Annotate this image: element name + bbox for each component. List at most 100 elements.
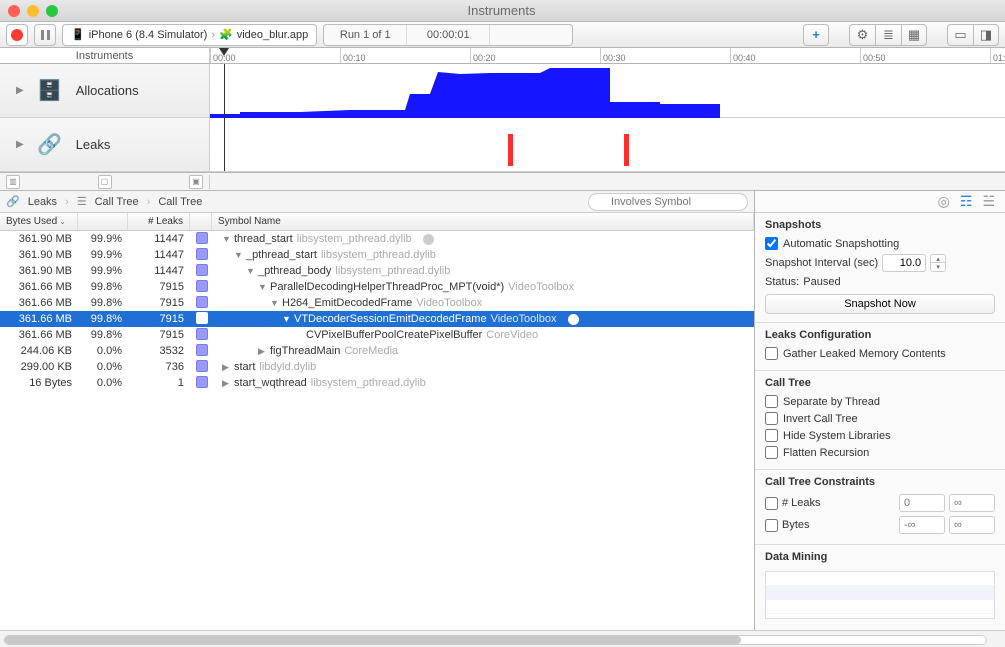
go-arrow-icon[interactable] <box>423 234 434 245</box>
mini-strategy-icon[interactable]: ▥ <box>6 175 20 189</box>
inspector-tab-extended[interactable]: ☱ <box>982 193 995 210</box>
table-row[interactable]: 361.66 MB99.8%7915CVPixelBufferPoolCreat… <box>0 327 754 343</box>
col-bytes-used[interactable]: Bytes Used⌄ <box>0 213 78 230</box>
snapshot-now-button[interactable]: Snapshot Now <box>765 294 995 314</box>
search-input[interactable] <box>588 193 748 211</box>
table-row[interactable]: 244.06 KB0.0%3532▶figThreadMain CoreMedi… <box>0 343 754 359</box>
scrollbar-thumb[interactable] <box>5 636 741 644</box>
inspector-tab-display[interactable]: ☶ <box>960 193 973 210</box>
cell-leaks: 11447 <box>128 233 190 245</box>
symbol-name: VTDecoderSessionEmitDecodedFrame <box>294 313 487 325</box>
disclosure-icon[interactable]: ▼ <box>234 250 242 260</box>
view-mode-segment: ⚙ ≣ ▦ <box>849 24 927 46</box>
disclosure-icon[interactable]: ▼ <box>246 266 254 276</box>
flatten-recursion-checkbox[interactable]: Flatten Recursion <box>765 444 995 461</box>
disclosure-icon[interactable]: ▼ <box>258 282 266 292</box>
library-name: VideoToolbox <box>416 297 482 309</box>
minimize-button[interactable] <box>27 5 39 17</box>
library-name: CoreVideo <box>486 329 538 341</box>
view-list-button[interactable]: ≣ <box>875 24 901 46</box>
add-instrument-button[interactable]: + <box>803 24 829 46</box>
section-constraints-title: Call Tree Constraints <box>755 470 1005 492</box>
disclosure-icon[interactable]: ▼ <box>282 314 290 324</box>
view-strategy-button[interactable]: ⚙ <box>849 24 875 46</box>
mini-middle-icon[interactable]: ▢ <box>98 175 112 189</box>
person-icon <box>196 376 208 388</box>
disclosure-icon[interactable]: ▶ <box>258 346 266 357</box>
constraint-leaks-checkbox[interactable] <box>765 497 778 510</box>
chevron-right-icon: › <box>211 29 215 41</box>
cell-badge <box>190 344 212 359</box>
ruler-tick: 00:20 <box>470 48 496 63</box>
view-grid-button[interactable]: ▦ <box>901 24 927 46</box>
disclosure-icon[interactable]: ▼ <box>270 298 278 308</box>
table-row[interactable]: 299.00 KB0.0%736▶start libdyld.dylib <box>0 359 754 375</box>
device-icon: 📱 <box>71 28 85 41</box>
leaks-lane[interactable] <box>210 118 1005 171</box>
col-leaks[interactable]: # Leaks <box>128 213 190 230</box>
constraint-bytes-min[interactable] <box>899 516 945 534</box>
ruler-tick: 01:00 <box>990 48 1005 63</box>
horizontal-scrollbar[interactable] <box>4 635 987 645</box>
allocations-lane[interactable] <box>210 64 1005 117</box>
table-row[interactable]: 361.90 MB99.9%11447▼_pthread_start libsy… <box>0 247 754 263</box>
pathbar-crumb[interactable]: Call Tree <box>95 196 139 208</box>
disclosure-icon[interactable]: ▶ <box>222 362 230 373</box>
pause-button[interactable] <box>34 24 56 46</box>
constraint-bytes-checkbox[interactable] <box>765 519 778 532</box>
table-row[interactable]: 361.90 MB99.9%11447▼thread_start libsyst… <box>0 231 754 247</box>
interval-stepper[interactable]: ▴▾ <box>930 254 946 272</box>
section-constraints: # Leaks Bytes <box>755 492 1005 545</box>
invert-calltree-checkbox[interactable]: Invert Call Tree <box>765 410 995 427</box>
col-percent[interactable] <box>78 213 128 230</box>
table-row[interactable]: 361.66 MB99.8%7915▼ParallelDecodingHelpe… <box>0 279 754 295</box>
data-mining-list[interactable] <box>765 571 995 619</box>
record-button[interactable] <box>6 24 28 46</box>
separate-thread-checkbox[interactable]: Separate by Thread <box>765 393 995 410</box>
cell-leaks: 11447 <box>128 265 190 277</box>
status-value: Paused <box>803 276 840 288</box>
target-selector[interactable]: 📱 iPhone 6 (8.4 Simulator) › 🧩 video_blu… <box>62 24 317 46</box>
detail-body: 🔗 Leaks › ☰ Call Tree › Call Tree ⦿ Byte… <box>0 191 1005 630</box>
go-arrow-icon[interactable] <box>568 314 579 325</box>
interval-input[interactable] <box>882 254 926 272</box>
constraint-bytes-max[interactable] <box>949 516 995 534</box>
panel-right-icon: ◨ <box>980 27 992 43</box>
zoom-button[interactable] <box>46 5 58 17</box>
pathbar-crumb[interactable]: Call Tree <box>158 196 202 208</box>
chevron-right-icon: ▶ <box>16 139 24 150</box>
constraint-leaks-min[interactable] <box>899 494 945 512</box>
inspector-tab-record[interactable]: ◎ <box>938 193 950 210</box>
cell-leaks: 11447 <box>128 249 190 261</box>
disclosure-icon[interactable]: ▶ <box>222 378 230 389</box>
cell-badge <box>190 312 212 327</box>
pathbar-instrument[interactable]: Leaks <box>28 196 57 208</box>
disclosure-icon[interactable]: ▼ <box>222 234 230 244</box>
mini-expand-icon[interactable]: ▣ <box>189 175 203 189</box>
cell-badge <box>190 280 212 295</box>
toggle-inspector-button[interactable]: ◨ <box>973 24 999 46</box>
table-row[interactable]: 361.66 MB99.8%7915▼H264_EmitDecodedFrame… <box>0 295 754 311</box>
table-row[interactable]: 16 Bytes0.0%1▶start_wqthread libsystem_p… <box>0 375 754 391</box>
call-tree-table: Bytes Used⌄ # Leaks Symbol Name 361.90 M… <box>0 213 754 630</box>
table-row[interactable]: 361.66 MB99.8%7915▼VTDecoderSessionEmitD… <box>0 311 754 327</box>
app-icon: 🧩 <box>219 28 233 41</box>
cell-bytes: 361.66 MB <box>0 297 78 309</box>
gather-checkbox[interactable]: Gather Leaked Memory Contents <box>765 345 995 362</box>
track-allocations[interactable]: ▶ 🗄️ Allocations <box>0 64 1005 118</box>
leaks-small-icon: 🔗 <box>6 195 20 208</box>
ruler-track[interactable]: 00:00 00:10 00:20 00:30 00:40 00:50 01:0… <box>210 48 1005 63</box>
toggle-detail-button[interactable]: ▭ <box>947 24 973 46</box>
run-display[interactable]: Run 1 of 1 00:00:01 <box>323 24 573 46</box>
table-header: Bytes Used⌄ # Leaks Symbol Name <box>0 213 754 231</box>
track-leaks[interactable]: ▶ 🔗 Leaks <box>0 118 1005 172</box>
timeline-ruler: Instruments 00:00 00:10 00:20 00:30 00:4… <box>0 48 1005 64</box>
auto-snapshot-checkbox[interactable]: Automatic Snapshotting <box>765 235 995 252</box>
ruler-tick: 00:30 <box>600 48 626 63</box>
close-button[interactable] <box>8 5 20 17</box>
cell-symbol: ▼ParallelDecodingHelperThreadProc_MPT(vo… <box>212 281 754 293</box>
table-row[interactable]: 361.90 MB99.9%11447▼_pthread_body libsys… <box>0 263 754 279</box>
hide-system-checkbox[interactable]: Hide System Libraries <box>765 427 995 444</box>
constraint-leaks-max[interactable] <box>949 494 995 512</box>
col-symbol[interactable]: Symbol Name <box>212 213 754 230</box>
